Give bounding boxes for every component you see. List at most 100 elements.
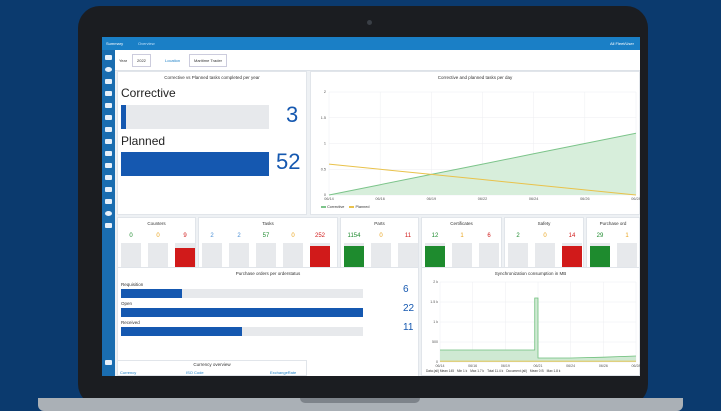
- planned-legend-swatch: [349, 206, 355, 208]
- sync-legend-item: Data (all) Mean 145: [426, 369, 454, 373]
- year-select[interactable]: 2022: [132, 54, 151, 67]
- x-tick-label: 06/26: [580, 197, 590, 201]
- iso-code-col[interactable]: ISO Code: [186, 370, 204, 375]
- po-status-label: Open: [121, 301, 133, 306]
- tasks-value: 2: [210, 233, 214, 239]
- po-status-bar[interactable]: [121, 308, 363, 317]
- safety-value: 14: [568, 233, 576, 239]
- certificates-value: 12: [431, 233, 439, 239]
- card-title: Corrective vs Planned tasks completed pe…: [164, 75, 260, 80]
- po-status-value: 6: [403, 284, 409, 295]
- tasks-per-day-card: Corrective and planned tasks per day 2 1.…: [310, 71, 640, 215]
- tasks-title: Tasks: [262, 221, 274, 226]
- x-tick-label: 06/19: [501, 364, 510, 368]
- x-tick-label: 06/28: [631, 197, 640, 201]
- corrective-value: 3: [286, 102, 299, 127]
- counters-value: 0: [156, 233, 160, 239]
- settings-icon[interactable]: [105, 175, 112, 180]
- currency-title: Currency overview: [193, 362, 231, 367]
- chart-icon[interactable]: [105, 91, 112, 96]
- po-status-bar[interactable]: [121, 289, 182, 298]
- parts-value: 11: [404, 233, 412, 239]
- user-icon[interactable]: [105, 67, 112, 72]
- po-status-title: Purchase orders per orderstatus: [235, 271, 301, 276]
- location-label: Location: [165, 58, 181, 63]
- corrective-bar: [121, 105, 126, 129]
- certificates-title: Certificates: [450, 221, 473, 226]
- purchase_orders-value: 1: [625, 233, 629, 239]
- top-bar: Summary Overview All Fleet/User: [102, 37, 640, 50]
- parts-title: Parts: [374, 221, 385, 226]
- tasks-value: 2: [237, 233, 241, 239]
- x-tick-label: 06/24: [566, 364, 575, 368]
- year-label: Year: [119, 58, 128, 63]
- sync-legend-item: Mean 0 B: [529, 369, 544, 373]
- certificates-value: 6: [487, 233, 491, 239]
- parts-value: 1154: [347, 233, 361, 239]
- y-tick-label: 1.5 k: [430, 300, 438, 304]
- po-status-value: 22: [403, 303, 415, 314]
- purchase_orders-value: 29: [596, 233, 604, 239]
- user-menu[interactable]: All Fleet/User: [610, 41, 634, 46]
- po-status-label: Received: [121, 320, 140, 325]
- calendar-icon[interactable]: [105, 151, 112, 156]
- safety-value: 0: [543, 233, 547, 239]
- sync-legend-item: Total 11.4 k: [487, 369, 504, 373]
- purchase-orders-title: Purchase ord: [599, 221, 627, 226]
- counters-value: 9: [183, 233, 187, 239]
- clock-icon[interactable]: [105, 211, 112, 216]
- x-tick-label: 06/14: [324, 197, 334, 201]
- y-tick-label: 0.5: [321, 167, 326, 171]
- dashboard-screen: Summary Overview All Fleet/User Year 202…: [102, 37, 640, 376]
- po-status-track: [121, 289, 363, 298]
- location-select[interactable]: Maritime Trader: [189, 54, 228, 67]
- x-tick-label: 06/16: [468, 364, 477, 368]
- shield-icon[interactable]: [105, 127, 112, 132]
- counters-title: Counters: [147, 221, 166, 226]
- corrective-bar-track: [121, 105, 269, 129]
- laptop-notch: [300, 398, 420, 403]
- filter-bar: Year 2022 Location Maritime Trader: [115, 50, 640, 71]
- po-status-track: [121, 327, 363, 336]
- x-tick-label: 06/28: [632, 364, 641, 368]
- document-icon[interactable]: [105, 139, 112, 144]
- tasks-icon[interactable]: [105, 103, 112, 108]
- tasks-value: 252: [314, 233, 325, 239]
- folder-icon[interactable]: [105, 163, 112, 168]
- x-tick-label: 06/22: [478, 197, 488, 201]
- currency-card: Currency overview Currency ISO Code Exch…: [117, 360, 307, 376]
- sync-legend-item: Document (all): [506, 369, 527, 373]
- po-status-bar[interactable]: [121, 327, 242, 336]
- sync-legend-item: Min 1 k: [457, 369, 468, 373]
- box-icon[interactable]: [105, 187, 112, 192]
- currency-col[interactable]: Currency: [120, 370, 136, 375]
- x-tick-label: 06/16: [375, 197, 385, 201]
- sync-chart-card: Synchronization consumption in MB 2 k 1.5…: [421, 267, 640, 376]
- line-legend: Corrective Planned: [321, 205, 369, 209]
- x-tick-label: 06/14: [436, 364, 445, 368]
- planned-legend: Planned: [355, 205, 370, 209]
- cart-icon[interactable]: [105, 115, 112, 120]
- y-tick-label: 1 k: [433, 320, 438, 324]
- list-icon[interactable]: [105, 223, 112, 228]
- corrective-legend-swatch: [321, 206, 326, 208]
- corrective-vs-planned-card: Corrective vs Planned tasks completed pe…: [117, 71, 307, 215]
- x-tick-label: 06/24: [529, 197, 539, 201]
- breadcrumb-overview[interactable]: Overview: [138, 41, 155, 46]
- planned-value: 52: [276, 149, 301, 174]
- planned-label: Planned: [121, 134, 166, 148]
- menu-icon[interactable]: [105, 55, 112, 60]
- po-status-value: 11: [403, 322, 414, 333]
- breadcrumb-summary[interactable]: Summary: [106, 41, 123, 46]
- webcam: [367, 20, 372, 25]
- exchange-rate-col[interactable]: ExchangeRate: [270, 370, 296, 375]
- sync-chart: 2 k1.5 k1 k500006/14 06/16 06/19 06/21 06/24…: [430, 280, 641, 368]
- phone-icon[interactable]: [105, 199, 112, 204]
- collapse-icon[interactable]: [105, 360, 112, 365]
- sync-legend-item: Max 1.7 k: [470, 369, 485, 373]
- alert-icon[interactable]: [105, 79, 112, 84]
- safety-value: 2: [516, 233, 520, 239]
- po-status-track: [121, 308, 363, 317]
- sidebar: [102, 50, 115, 376]
- data-all-line: [440, 297, 637, 359]
